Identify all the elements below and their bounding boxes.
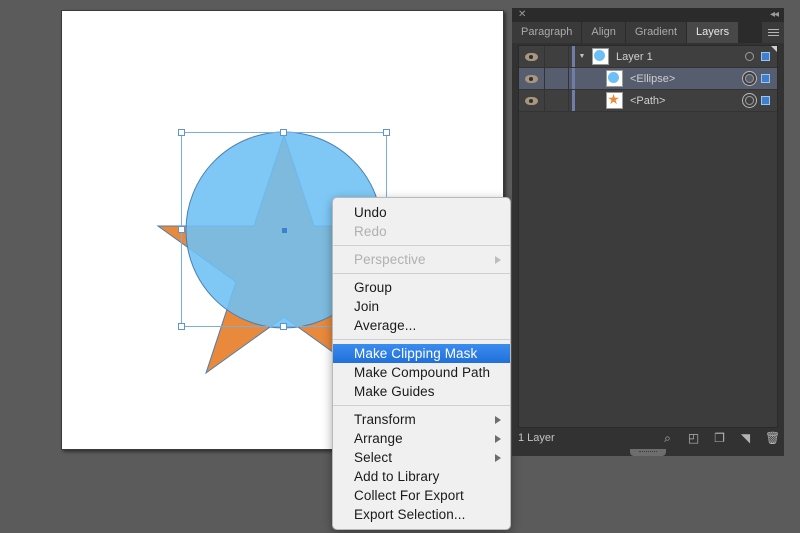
target-circle-icon[interactable] xyxy=(745,96,754,105)
tab-label: Layers xyxy=(696,26,730,38)
layer-corner-marker xyxy=(771,46,777,52)
menu-item-redo: Redo xyxy=(333,222,510,241)
panel-options-menu-icon[interactable] xyxy=(762,22,784,43)
lock-toggle[interactable] xyxy=(545,90,569,111)
menu-item-label: Average... xyxy=(354,318,417,333)
menu-item-perspective: Perspective xyxy=(333,250,510,269)
menu-item-label: Perspective xyxy=(354,252,426,267)
menu-item-label: Group xyxy=(354,280,393,295)
tab-label: Gradient xyxy=(634,26,678,38)
menu-item-label: Make Guides xyxy=(354,384,435,399)
menu-item-undo[interactable]: Undo xyxy=(333,203,510,222)
layers-panel-footer: 1 Layer ⌕ ◰ ❐ ◥ 🗑 xyxy=(518,428,780,448)
submenu-arrow-icon xyxy=(495,255,501,264)
submenu-arrow-icon xyxy=(495,415,501,424)
menu-item-label: Make Compound Path xyxy=(354,365,491,380)
layer-row-controls[interactable] xyxy=(745,96,777,105)
tab-label: Paragraph xyxy=(521,26,573,38)
eye-icon xyxy=(525,74,538,83)
eye-icon xyxy=(525,52,538,61)
layer-row[interactable]: ▼ Layer 1 xyxy=(519,46,777,68)
menu-separator xyxy=(333,405,510,406)
menu-item-label: Select xyxy=(354,450,393,465)
close-icon[interactable]: ✕ xyxy=(518,10,526,20)
menu-item-label: Add to Library xyxy=(354,469,440,484)
locate-object-icon[interactable]: ⌕ xyxy=(661,431,674,445)
menu-item-label: Export Selection... xyxy=(354,507,466,522)
tab-paragraph[interactable]: Paragraph xyxy=(512,22,583,43)
visibility-toggle[interactable] xyxy=(519,90,545,111)
menu-item-average[interactable]: Average... xyxy=(333,316,510,335)
star-thumbnail-icon xyxy=(606,92,623,109)
submenu-arrow-icon xyxy=(495,434,501,443)
layer-color-bar xyxy=(572,68,575,89)
layer-name-label[interactable]: <Ellipse> xyxy=(630,73,745,85)
panel-tab-bar[interactable]: Paragraph Align Gradient Layers xyxy=(512,22,784,43)
panel-titlebar: ✕ ◂◂ xyxy=(512,8,784,22)
menu-item-join[interactable]: Join xyxy=(333,297,510,316)
menu-item-collect-for-export[interactable]: Collect For Export xyxy=(333,486,510,505)
create-new-sublayer-icon[interactable]: ❐ xyxy=(713,431,726,445)
menu-item-label: Arrange xyxy=(354,431,403,446)
selection-indicator-square[interactable] xyxy=(761,52,770,61)
menu-item-make-clipping-mask[interactable]: Make Clipping Mask xyxy=(333,344,510,363)
visibility-toggle[interactable] xyxy=(519,46,545,67)
menu-item-transform[interactable]: Transform xyxy=(333,410,510,429)
collapse-panel-icon[interactable]: ◂◂ xyxy=(770,9,779,20)
layer-count-label: 1 Layer xyxy=(518,432,555,444)
menu-item-group[interactable]: Group xyxy=(333,278,510,297)
chevron-down-icon[interactable]: ▼ xyxy=(575,46,589,67)
layer-row[interactable]: <Ellipse> xyxy=(519,68,777,90)
menu-item-arrange[interactable]: Arrange xyxy=(333,429,510,448)
layers-panel-footer-icons[interactable]: ⌕ ◰ ❐ ◥ 🗑 xyxy=(661,431,780,445)
circle-thumbnail-icon xyxy=(606,70,623,87)
layers-panel[interactable]: ✕ ◂◂ Paragraph Align Gradient Layers ▼ Layer… xyxy=(512,8,784,456)
selection-indicator-square[interactable] xyxy=(761,96,770,105)
selection-indicator-square[interactable] xyxy=(761,74,770,83)
menu-item-label: Redo xyxy=(354,224,387,239)
circle-thumbnail-icon xyxy=(592,48,609,65)
layers-list[interactable]: ▼ Layer 1 <Ellipse> <Path> xyxy=(518,45,778,428)
layer-name-label[interactable]: Layer 1 xyxy=(616,51,745,63)
make-clipping-mask-icon[interactable]: ◰ xyxy=(687,431,700,445)
layer-row-controls[interactable] xyxy=(745,52,777,61)
tab-layers[interactable]: Layers xyxy=(687,22,740,43)
lock-toggle[interactable] xyxy=(545,68,569,89)
menu-separator xyxy=(333,245,510,246)
menu-item-label: Transform xyxy=(354,412,416,427)
target-circle-icon[interactable] xyxy=(745,74,754,83)
tab-label: Align xyxy=(591,26,616,38)
layer-color-bar xyxy=(572,90,575,111)
application-background: Undo Redo Perspective Group Join Average... Ma… xyxy=(0,0,800,533)
menu-item-make-compound-path[interactable]: Make Compound Path xyxy=(333,363,510,382)
context-menu[interactable]: Undo Redo Perspective Group Join Average... Ma… xyxy=(332,197,511,530)
menu-item-label: Make Clipping Mask xyxy=(354,346,478,361)
lock-toggle[interactable] xyxy=(545,46,569,67)
layer-row-controls[interactable] xyxy=(745,74,777,83)
menu-item-make-guides[interactable]: Make Guides xyxy=(333,382,510,401)
menu-item-label: Join xyxy=(354,299,380,314)
target-circle-icon[interactable] xyxy=(745,52,754,61)
submenu-arrow-icon xyxy=(495,453,501,462)
menu-item-label: Collect For Export xyxy=(354,488,464,503)
menu-item-label: Undo xyxy=(354,205,387,220)
tab-gradient[interactable]: Gradient xyxy=(625,22,688,43)
menu-separator xyxy=(333,339,510,340)
menu-separator xyxy=(333,273,510,274)
delete-selection-icon[interactable]: 🗑 xyxy=(765,431,780,445)
tab-align[interactable]: Align xyxy=(582,22,626,43)
visibility-toggle[interactable] xyxy=(519,68,545,89)
layer-name-label[interactable]: <Path> xyxy=(630,95,745,107)
create-new-layer-icon[interactable]: ◥ xyxy=(739,431,752,445)
menu-item-export-selection[interactable]: Export Selection... xyxy=(333,505,510,524)
panel-resize-grip[interactable] xyxy=(630,449,666,456)
menu-item-add-to-library[interactable]: Add to Library xyxy=(333,467,510,486)
menu-item-select[interactable]: Select xyxy=(333,448,510,467)
layer-row[interactable]: <Path> xyxy=(519,90,777,112)
eye-icon xyxy=(525,96,538,105)
